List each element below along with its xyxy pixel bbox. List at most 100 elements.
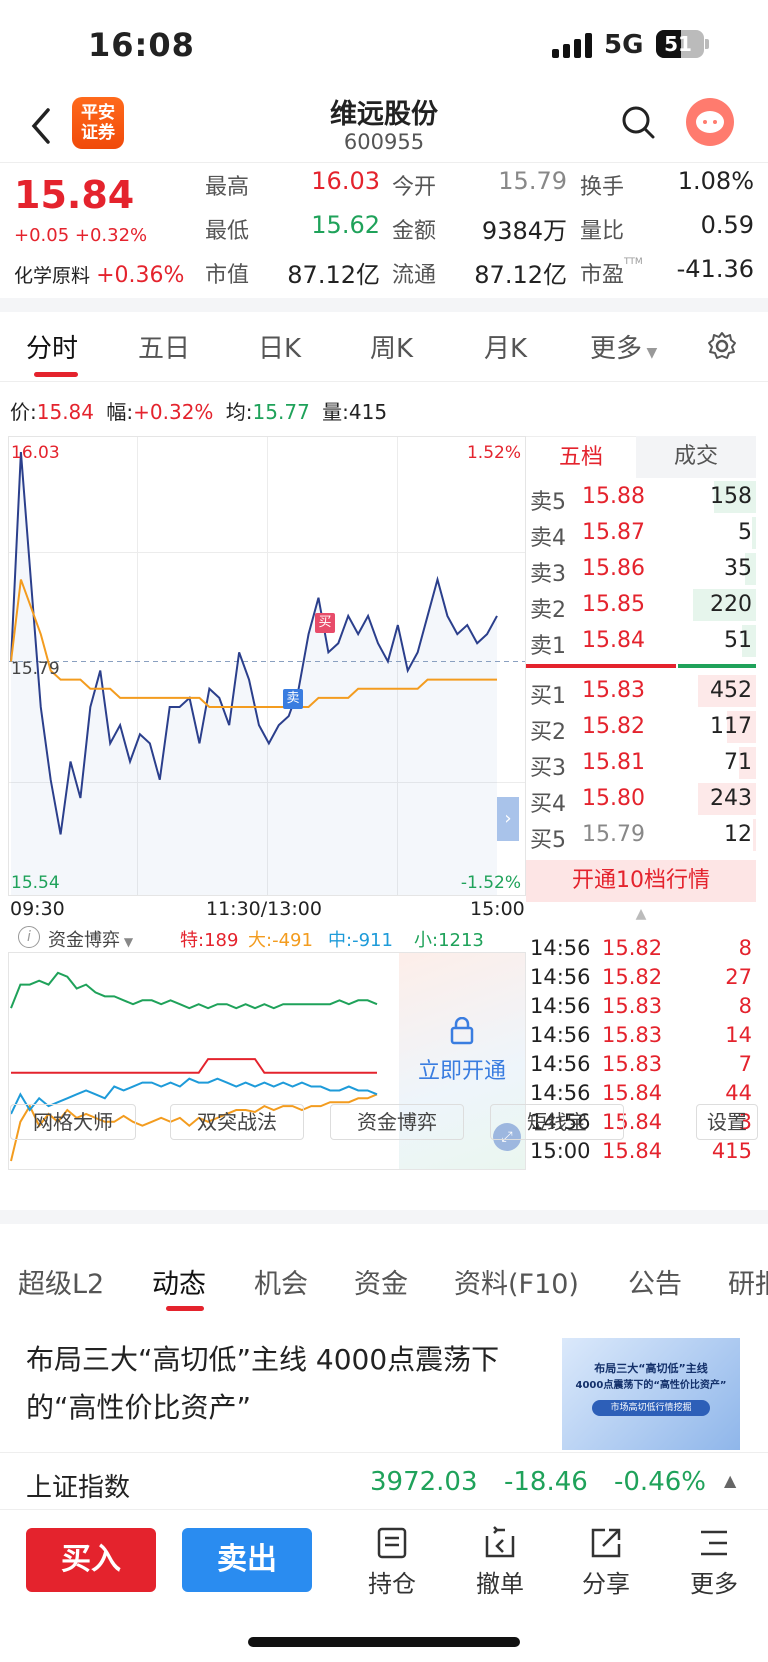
- tool-settings[interactable]: 设置: [696, 1104, 758, 1140]
- buy-divider: [678, 664, 756, 668]
- signal-icon: [552, 32, 596, 58]
- home-indicator: [248, 1637, 520, 1647]
- share-button[interactable]: 分享: [566, 1526, 646, 1599]
- buy-button[interactable]: 买入: [26, 1528, 156, 1592]
- field-label: 流通: [392, 263, 437, 288]
- trade-row: 14:56 15.83 7: [530, 1052, 752, 1076]
- index-pct: -0.46%: [614, 1467, 706, 1497]
- subtab-funds[interactable]: 资金: [354, 1262, 408, 1301]
- more-menu-icon: [701, 1530, 727, 1556]
- settings-icon[interactable]: [706, 330, 738, 362]
- ask-row[interactable]: 卖2 15.85 220: [526, 586, 756, 624]
- price-chart-svg: [9, 452, 525, 895]
- sell-divider: [526, 664, 676, 668]
- index-change: -18.46: [504, 1467, 588, 1497]
- field-label: 市值: [205, 263, 250, 288]
- trade-row: 14:56 15.83 8: [530, 994, 752, 1018]
- trade-row: 15:00 15.84 415: [530, 1139, 752, 1163]
- expand-arrow-icon[interactable]: ›: [497, 797, 519, 841]
- tool-short-line[interactable]: 短线宝: [490, 1104, 624, 1140]
- tab-more[interactable]: 更多 ▼: [590, 328, 657, 365]
- bid-row[interactable]: 买4 15.80 243: [526, 780, 756, 818]
- order-book-tabs: 五档 成交: [526, 436, 756, 478]
- fund-series-小: [10, 971, 378, 1010]
- tool-double-breakout[interactable]: 双突战法: [170, 1104, 304, 1140]
- x-tick-open: 09:30: [10, 898, 65, 920]
- intraday-chart[interactable]: 16.03 15.79 15.54 1.52% -1.52% 买 卖 ›: [8, 436, 526, 896]
- bid-row[interactable]: 买5 15.79 12: [526, 816, 756, 854]
- legend-special: 特:189: [180, 930, 239, 951]
- subtab-news[interactable]: 动态: [152, 1262, 206, 1301]
- tab-5day[interactable]: 五日: [138, 328, 190, 365]
- tab-five-levels[interactable]: 五档: [526, 436, 636, 478]
- subtab-opportunity[interactable]: 机会: [254, 1262, 308, 1301]
- ask-row[interactable]: 卖5 15.88 158: [526, 478, 756, 516]
- open-10-levels-button[interactable]: 开通10档行情: [526, 860, 756, 902]
- search-icon[interactable]: [618, 102, 658, 142]
- battery-tip: [705, 39, 709, 49]
- ask-row[interactable]: 卖1 15.84 51: [526, 622, 756, 660]
- unlock-text[interactable]: 立即开通: [399, 1053, 525, 1085]
- sell-marker[interactable]: 卖: [283, 689, 303, 709]
- tab-daily-k[interactable]: 日K: [258, 328, 301, 365]
- tab-weekly-k[interactable]: 周K: [370, 328, 413, 365]
- news-headline[interactable]: 布局三大“高切低”主线 4000点震荡下的“高性价比资产”: [26, 1336, 526, 1432]
- fund-flow-selector[interactable]: 资金博弈 ▼: [48, 926, 133, 952]
- info-icon[interactable]: i: [18, 926, 40, 948]
- index-ticker[interactable]: 上证指数 3972.03 -18.46 -0.46% ▲: [0, 1452, 768, 1510]
- x-tick-close: 15:00: [470, 898, 525, 920]
- y-tick-pct-low: -1.52%: [460, 873, 521, 893]
- tool-grid-master[interactable]: 网格大师: [10, 1104, 136, 1140]
- subtab-announcements[interactable]: 公告: [628, 1262, 682, 1301]
- lock-icon: [450, 1017, 474, 1045]
- field-value: -41.36: [676, 255, 754, 283]
- tab-intraday[interactable]: 分时: [26, 328, 78, 365]
- subtab-f10[interactable]: 资料(F10): [454, 1262, 579, 1301]
- quote-panel: 15.84 +0.05 +0.32% 化学原料 +0.36% 最高 16.03 …: [0, 162, 768, 300]
- tab-trades[interactable]: 成交: [636, 436, 756, 478]
- bid-row[interactable]: 买1 15.83 452: [526, 672, 756, 710]
- field-label: 换手: [580, 175, 625, 200]
- tab-monthly-k[interactable]: 月K: [484, 328, 527, 365]
- cancel-order-icon: [485, 1526, 515, 1558]
- field-value: 87.12亿: [474, 261, 567, 289]
- field-label: 最低: [205, 219, 250, 244]
- sector-info[interactable]: 化学原料 +0.36%: [14, 261, 184, 288]
- bid-row[interactable]: 买2 15.82 117: [526, 708, 756, 746]
- field-value: 1.08%: [677, 167, 754, 195]
- ask-row[interactable]: 卖3 15.86 35: [526, 550, 756, 588]
- positions-button[interactable]: 持仓: [352, 1526, 432, 1599]
- more-button[interactable]: 更多: [674, 1526, 754, 1599]
- tool-fund-game[interactable]: 资金博弈: [330, 1104, 464, 1140]
- bid-row[interactable]: 买3 15.81 71: [526, 744, 756, 782]
- field-value: 16.03: [311, 167, 380, 195]
- fund-flow-legend: i 资金博弈 ▼ 特:189 大:-491 中:-911 小:1213: [8, 924, 526, 952]
- ask-row[interactable]: 卖4 15.87 5: [526, 514, 756, 552]
- cancel-order-button[interactable]: 撤单: [460, 1526, 540, 1599]
- field-label: 今开: [392, 175, 437, 200]
- y-tick-pct-high: 1.52%: [466, 443, 521, 463]
- active-subtab-indicator: [166, 1306, 204, 1311]
- subtab-l2[interactable]: 超级L2: [18, 1262, 104, 1301]
- buy-marker[interactable]: 买: [315, 613, 335, 633]
- scroll-up-icon[interactable]: ▲: [526, 906, 756, 922]
- y-tick-high: 16.03: [11, 443, 60, 463]
- price-change: +0.05 +0.32%: [14, 225, 148, 246]
- field-value: 15.79: [498, 167, 567, 195]
- trade-row: 14:56 15.82 27: [530, 965, 752, 989]
- field-label: 市盈TTM: [580, 257, 643, 288]
- expand-up-icon[interactable]: ▲: [724, 1471, 736, 1490]
- legend-large: 大:-491: [248, 930, 313, 951]
- divider: [0, 298, 768, 312]
- field-value: 9384万: [481, 217, 567, 245]
- sell-button[interactable]: 卖出: [182, 1528, 312, 1592]
- clock: 16:08: [88, 26, 195, 64]
- field-label: 量比: [580, 219, 625, 244]
- assistant-avatar[interactable]: [686, 98, 734, 146]
- field-value: 0.59: [700, 211, 754, 239]
- subtab-research[interactable]: 研报: [728, 1262, 768, 1301]
- news-thumbnail[interactable]: 布局三大“高切低”主线 4000点震荡下的“高性价比资产” 市场高切低行情挖掘: [562, 1338, 740, 1450]
- fund-series-特: [11, 1058, 377, 1074]
- divider: [0, 1210, 768, 1224]
- field-label: 最高: [205, 175, 250, 200]
